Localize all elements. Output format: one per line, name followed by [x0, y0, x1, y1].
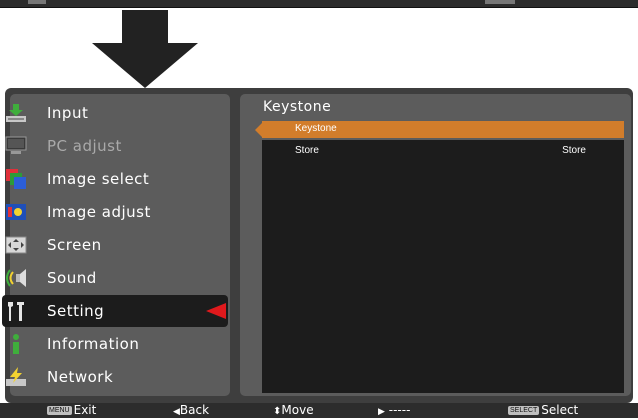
menu-item-image-adjust[interactable]: Image adjust: [0, 196, 230, 228]
network-icon: [5, 366, 27, 388]
right-arrow-icon: ▶: [378, 407, 385, 417]
menu-item-sound[interactable]: Sound: [0, 262, 230, 294]
menu-item-input[interactable]: Input: [0, 97, 230, 129]
select-hint: SELECT Select: [508, 403, 578, 418]
strip-mark: [28, 0, 46, 4]
back-hint: ◀Back: [173, 403, 209, 420]
exit-hint: MENU Exit: [47, 403, 96, 418]
information-icon: [5, 333, 27, 355]
previous-footer-strip: [0, 0, 638, 8]
sound-icon: [5, 267, 27, 289]
help-bar: MENU Exit ◀Back ⬍Move ▶ ----- SELECT Selec…: [0, 403, 638, 418]
menu-label: Screen: [47, 236, 102, 254]
image-adjust-icon: [5, 201, 27, 223]
submenu-row-store[interactable]: Store Store: [262, 144, 624, 160]
row-label: Store: [295, 145, 319, 156]
image-select-icon: [5, 168, 27, 190]
menu-label: Image select: [47, 170, 150, 188]
menu-item-image-select[interactable]: Image select: [0, 163, 230, 195]
menu-label: PC adjust: [47, 137, 122, 155]
menu-item-screen[interactable]: Screen: [0, 229, 230, 261]
submenu-content: [262, 140, 624, 393]
screen-icon: [5, 234, 27, 256]
menu-item-pc-adjust[interactable]: PC adjust: [0, 130, 230, 162]
select-label: Select: [541, 403, 579, 417]
exit-label: Exit: [73, 403, 97, 417]
down-arrow-icon: [92, 10, 198, 88]
menu-label: Image adjust: [47, 203, 151, 221]
back-label: Back: [179, 403, 210, 417]
menu-item-information[interactable]: Information: [0, 328, 230, 360]
menu-label: Information: [47, 335, 140, 353]
menu-label: Sound: [47, 269, 97, 287]
left-arrow-icon: ◀: [173, 407, 180, 417]
next-hint: ▶ -----: [378, 403, 410, 420]
menu-item-setting[interactable]: Setting: [2, 295, 228, 327]
selection-pointer-icon: [206, 303, 226, 319]
pc-adjust-icon: [5, 135, 27, 157]
select-key-badge: SELECT: [508, 406, 540, 415]
row-value: Store: [562, 145, 586, 156]
submenu-row-keystone[interactable]: Keystone: [262, 121, 624, 138]
setting-icon: [5, 300, 27, 322]
submenu-title: Keystone: [263, 99, 332, 115]
menu-key-badge: MENU: [47, 406, 72, 415]
move-hint: ⬍Move: [273, 403, 314, 419]
input-icon: [5, 102, 27, 124]
strip-mark: [485, 0, 515, 4]
menu-label: Setting: [47, 302, 105, 320]
next-label: -----: [388, 403, 411, 417]
row-label: Keystone: [295, 123, 337, 134]
menu-label: Network: [47, 368, 114, 386]
move-label: Move: [281, 403, 314, 417]
menu-label: Input: [47, 104, 89, 122]
menu-item-network[interactable]: Network: [0, 361, 230, 393]
